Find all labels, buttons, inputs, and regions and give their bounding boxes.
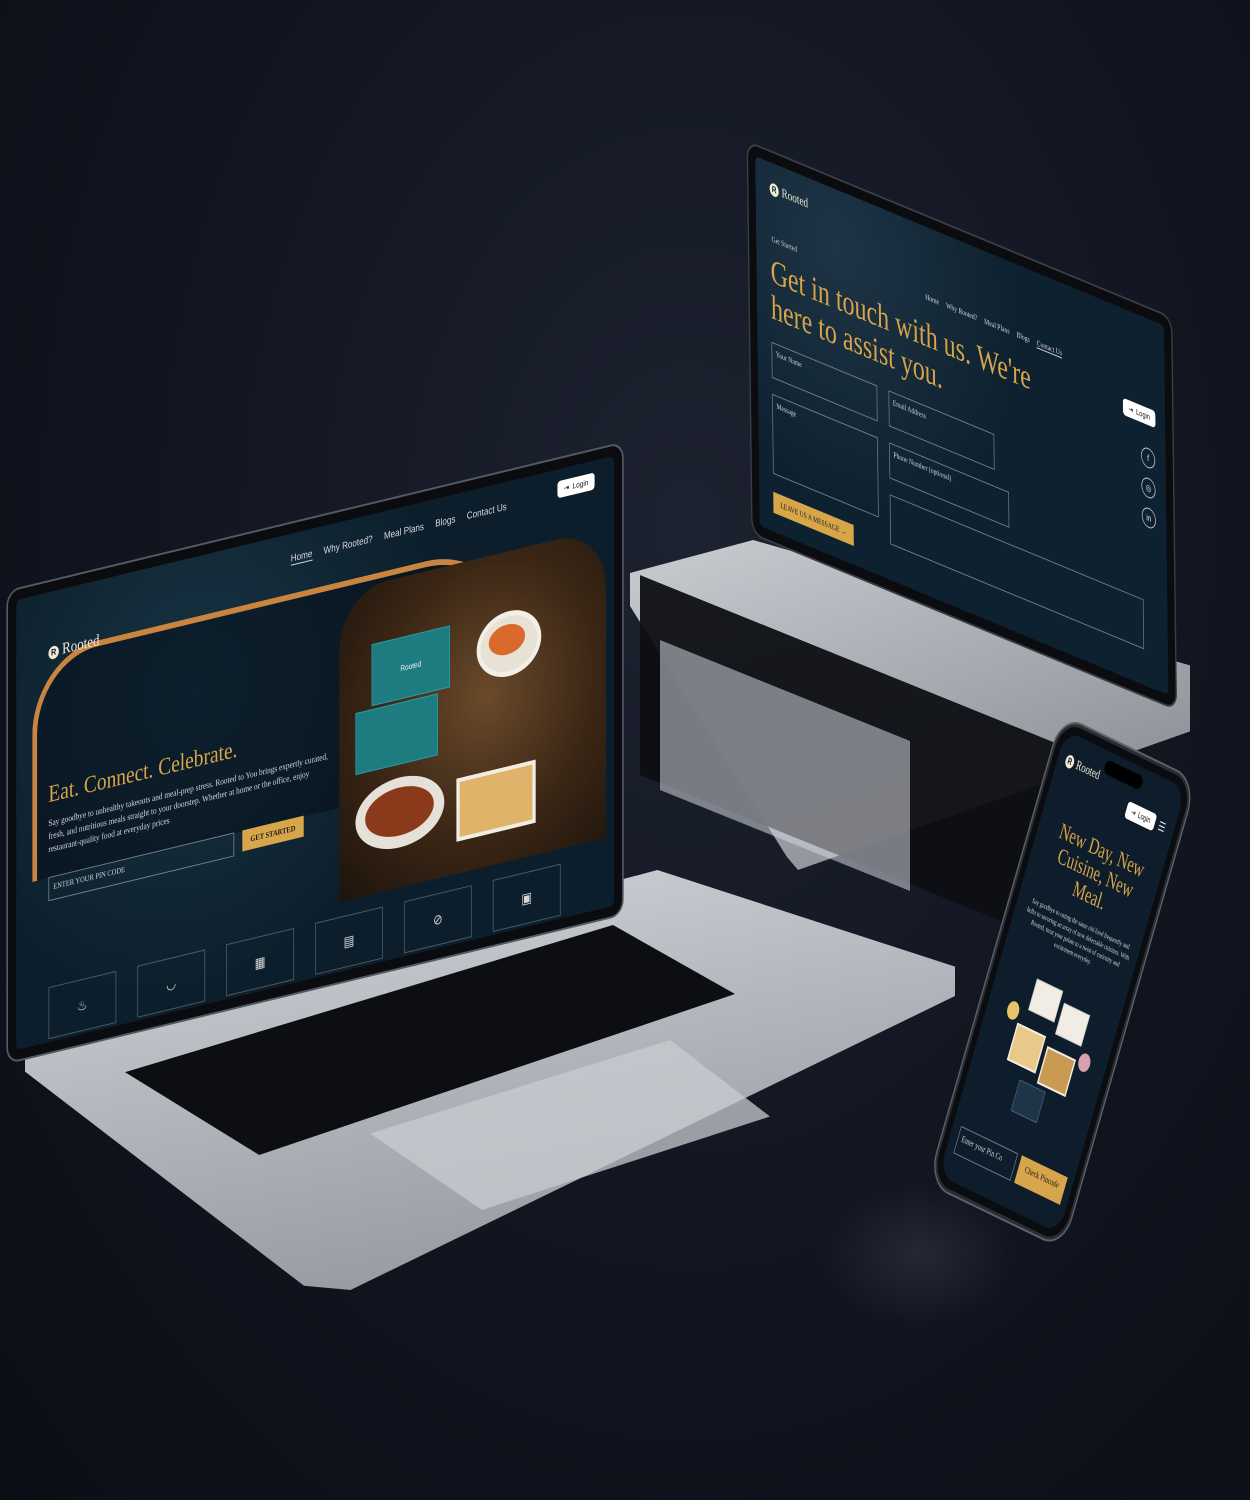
meal-box-middle [355, 693, 438, 776]
logo-text: Rooted [1074, 756, 1102, 783]
mobile-pin-input[interactable]: Enter your Pin Co [953, 1125, 1019, 1181]
soup-bowl [476, 603, 542, 684]
instagram-icon[interactable]: ◎ [1141, 475, 1156, 501]
nav-home[interactable]: Home [290, 548, 313, 566]
paratha-plate [456, 759, 536, 842]
curry [365, 779, 434, 844]
noodle-bowl-icon: ◡ [137, 949, 206, 1018]
logo-mark-icon: R [769, 181, 779, 199]
facebook-icon[interactable]: f [1140, 445, 1156, 471]
delivery-bag-icon: ▣ [492, 863, 561, 932]
nav-blogs[interactable]: Blogs [435, 514, 455, 531]
containers-icon: ▤ [315, 906, 383, 975]
message-field-label: Message [776, 401, 797, 419]
meal-box-4 [1036, 1046, 1076, 1098]
dynamic-island [1102, 759, 1145, 791]
login-button[interactable]: ⇥ Login [557, 472, 595, 499]
nav-blogs[interactable]: Blogs [1017, 330, 1030, 345]
calendar-icon: ▦ [226, 927, 295, 997]
login-label: Login [1136, 810, 1152, 826]
leave-message-label: LEAVE US A MESSAGE [780, 500, 840, 535]
breadcrumb[interactable]: Get Started [772, 234, 798, 254]
meal-box-top: Rooted [371, 625, 450, 707]
no-sign-icon: ⊘ [403, 885, 472, 954]
logo-text: Rooted [781, 184, 809, 211]
site-logo[interactable]: R Rooted [769, 180, 808, 212]
nav-home[interactable]: Home [925, 292, 939, 308]
meal-box-1 [1028, 978, 1064, 1023]
meal-box-label: Rooted [400, 658, 422, 673]
phone-field-label: Phone Number (optional) [893, 449, 952, 483]
meal-box-2 [1055, 1002, 1091, 1047]
nav-contact-us[interactable]: Contact Us [467, 502, 507, 524]
side-cup-1 [1005, 998, 1022, 1022]
meal-boxes-photo [973, 957, 1114, 1152]
login-icon: ⇥ [1130, 807, 1137, 819]
curry-plate [355, 766, 445, 859]
home-nav: Home Why Rooted? Meal Plans Blogs Contac… [290, 502, 507, 566]
login-button[interactable]: ⇥ Login [1124, 800, 1158, 832]
nav-why-rooted[interactable]: Why Rooted? [946, 301, 977, 324]
login-label: Login [1136, 407, 1150, 422]
hero-food-photo: Rooted [339, 527, 606, 903]
site-logo[interactable]: R Rooted [1064, 751, 1102, 783]
mobile-pin-placeholder: Enter your Pin Co [960, 1133, 1004, 1163]
menu-icon[interactable]: ☰ [1157, 818, 1168, 835]
meal-box-5 [1010, 1079, 1046, 1124]
logo-mark-icon: R [1064, 752, 1076, 770]
check-pincode-button[interactable]: Check Pincode [1014, 1155, 1068, 1205]
login-icon: ⇥ [1128, 404, 1134, 416]
nav-why-rooted[interactable]: Why Rooted? [324, 534, 373, 558]
logo-mark-icon: R [48, 644, 59, 660]
login-button[interactable]: ⇥ Login [1122, 397, 1156, 429]
login-label: Login [572, 477, 589, 491]
email-field-label: Email Address [892, 397, 926, 421]
nav-contact-us[interactable]: Contact Us [1036, 338, 1063, 359]
name-field-label: Your Name [775, 349, 802, 370]
nav-meal-plans[interactable]: Meal Plans [384, 522, 424, 544]
soup [488, 620, 526, 659]
nav-meal-plans[interactable]: Meal Plans [984, 316, 1009, 336]
linkedin-icon[interactable]: in [1141, 505, 1157, 531]
login-icon: ⇥ [563, 482, 570, 493]
steam-bowl-icon: ♨ [48, 970, 117, 1040]
meal-box-3 [1006, 1022, 1046, 1074]
side-cup-2 [1076, 1051, 1093, 1075]
